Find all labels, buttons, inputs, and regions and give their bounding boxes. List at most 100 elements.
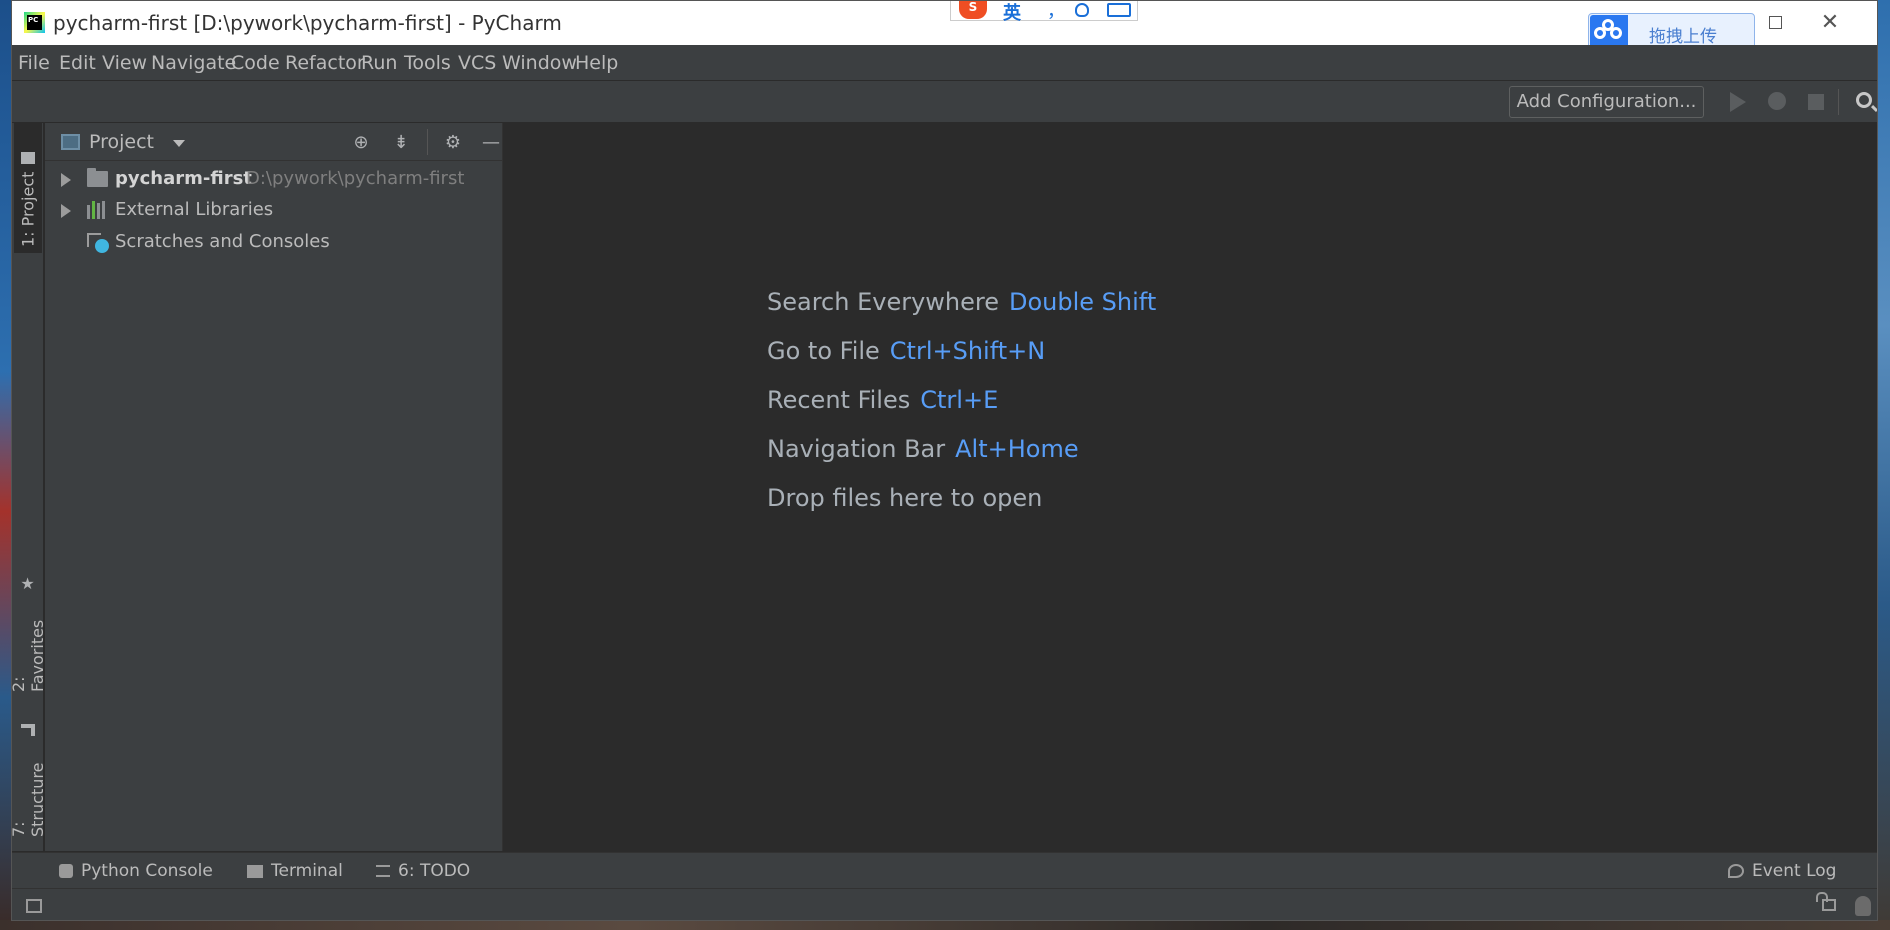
hint-go-to-file: Go to File Ctrl+Shift+N <box>767 337 1045 365</box>
tree-item-label: External Libraries <box>115 199 274 220</box>
todo-label: 6: TODO <box>398 861 471 881</box>
menu-code[interactable]: Code <box>231 52 280 74</box>
folder-icon <box>21 151 35 164</box>
left-tool-stripe: 1: Project 2: Favorites ★ 7: Structure <box>12 123 47 851</box>
pycharm-logo-icon: PC <box>24 12 45 33</box>
sogou-ime-icon[interactable]: S <box>959 1 987 19</box>
python-icon <box>59 864 73 878</box>
hint-action: Navigation Bar <box>767 435 946 463</box>
python-console-label: Python Console <box>81 861 213 881</box>
ime-language-toggle[interactable]: 英 <box>1003 1 1021 25</box>
unlock-icon[interactable] <box>1816 892 1836 911</box>
tab-event-log[interactable]: Event Log <box>1728 861 1836 881</box>
menu-refactor[interactable]: Refactor <box>285 52 365 74</box>
microphone-icon[interactable] <box>1075 3 1089 17</box>
menu-navigate[interactable]: Navigate <box>151 52 236 74</box>
ime-punctuation-toggle[interactable]: ， <box>1047 1 1065 23</box>
chevron-down-icon[interactable] <box>173 140 185 147</box>
menu-view[interactable]: View <box>102 52 147 74</box>
terminal-label: Terminal <box>271 861 343 881</box>
toggle-tool-windows-icon[interactable] <box>26 899 42 913</box>
event-log-icon <box>1728 864 1744 878</box>
menu-vcs[interactable]: VCS <box>458 52 496 74</box>
hint-action: Search Everywhere <box>767 288 999 316</box>
library-icon <box>87 201 109 219</box>
tree-item-scratches[interactable]: Scratches and Consoles <box>45 228 502 256</box>
collapse-all-icon[interactable]: ⇟ <box>391 133 411 153</box>
tab-project-label: 1: Project <box>18 171 38 247</box>
tab-project[interactable]: 1: Project <box>14 123 42 253</box>
tree-item-path: D:\pywork\pycharm-first <box>246 168 465 189</box>
folder-icon <box>87 168 108 187</box>
tab-python-console[interactable]: Python Console <box>59 861 213 881</box>
hint-shortcut: Ctrl+E <box>920 386 999 414</box>
close-button[interactable]: ✕ <box>1807 11 1853 35</box>
add-configuration-button[interactable]: Add Configuration... <box>1509 86 1704 118</box>
window-title: pycharm-first [D:\pywork\pycharm-first] … <box>53 11 562 35</box>
maximize-icon <box>1768 16 1782 29</box>
hint-recent-files: Recent Files Ctrl+E <box>767 386 998 414</box>
menu-bar: File Edit View Navigate Code Refactor Ru… <box>12 45 1877 81</box>
tab-favorites-label: 2: Favorites <box>11 619 47 692</box>
panel-header-divider <box>427 129 428 155</box>
drag-upload-label: 拖拽上传 <box>1649 27 1717 47</box>
gear-icon[interactable]: ⚙ <box>443 133 463 153</box>
expand-arrow-icon[interactable] <box>61 173 71 187</box>
tree-item-project-root[interactable]: pycharm-first D:\pywork\pycharm-first <box>45 165 502 193</box>
hint-action: Go to File <box>767 337 880 365</box>
menu-edit[interactable]: Edit <box>59 52 96 74</box>
search-everywhere-icon[interactable] <box>1856 92 1872 108</box>
pycharm-window: PC pycharm-first [D:\pywork\pycharm-firs… <box>11 0 1878 921</box>
expand-arrow-icon[interactable] <box>61 204 71 218</box>
project-view-icon <box>61 134 80 150</box>
list-icon <box>376 865 390 877</box>
tree-item-label: Scratches and Consoles <box>115 231 330 252</box>
ime-toolbar[interactable]: S 英 ， <box>950 1 1138 24</box>
hint-shortcut: Alt+Home <box>955 435 1079 463</box>
bottom-tool-stripe: Python Console Terminal 6: TODO Event Lo… <box>12 852 1877 888</box>
hint-action: Drop files here to open <box>767 484 1043 512</box>
tab-terminal[interactable]: Terminal <box>247 861 343 881</box>
toolbar-divider <box>1838 89 1839 115</box>
star-icon: ★ <box>18 574 38 593</box>
debug-icon[interactable] <box>1768 92 1786 110</box>
tab-todo[interactable]: 6: TODO <box>376 861 470 881</box>
editor-area[interactable]: Search Everywhere Double Shift Go to File… <box>504 123 1877 851</box>
terminal-icon <box>247 864 263 878</box>
run-icon[interactable] <box>1730 92 1746 112</box>
project-panel-header: Project ⊕ ⇟ ⚙ — <box>45 123 502 161</box>
menu-window[interactable]: Window <box>502 52 577 74</box>
hint-shortcut: Double Shift <box>1009 288 1157 316</box>
main-toolbar: Add Configuration... <box>12 81 1877 123</box>
status-bar <box>12 888 1877 920</box>
desktop-background-right <box>1877 0 1890 930</box>
tree-item-label: pycharm-first <box>115 168 252 189</box>
inspector-icon[interactable] <box>1855 896 1871 916</box>
menu-help[interactable]: Help <box>575 52 618 74</box>
project-panel-title[interactable]: Project <box>89 131 154 153</box>
title-bar[interactable]: PC pycharm-first [D:\pywork\pycharm-firs… <box>12 1 1877 51</box>
desktop-background-bottom <box>0 920 1890 930</box>
project-tool-window: Project ⊕ ⇟ ⚙ — pycharm-first D:\pywork\… <box>45 123 503 851</box>
scratches-icon <box>87 233 109 253</box>
event-log-label: Event Log <box>1752 861 1837 881</box>
keyboard-icon[interactable] <box>1107 3 1131 17</box>
hint-shortcut: Ctrl+Shift+N <box>889 337 1046 365</box>
menu-run[interactable]: Run <box>361 52 397 74</box>
tree-item-external-libraries[interactable]: External Libraries <box>45 196 502 224</box>
hint-drop-files: Drop files here to open <box>767 484 1042 512</box>
hint-action: Recent Files <box>767 386 911 414</box>
tab-structure-label: 7: Structure <box>11 762 47 837</box>
tab-favorites[interactable]: 2: Favorites ★ <box>12 568 47 698</box>
menu-file[interactable]: File <box>18 52 50 74</box>
tab-structure[interactable]: 7: Structure <box>12 718 47 843</box>
locate-icon[interactable]: ⊕ <box>351 133 371 153</box>
hide-panel-icon[interactable]: — <box>481 133 501 153</box>
stop-icon[interactable] <box>1808 94 1824 110</box>
structure-icon <box>21 724 35 736</box>
hint-navigation-bar: Navigation Bar Alt+Home <box>767 435 1079 463</box>
maximize-button[interactable] <box>1752 11 1798 35</box>
hint-search-everywhere: Search Everywhere Double Shift <box>767 288 1156 316</box>
baidu-cloud-icon <box>1590 15 1628 49</box>
menu-tools[interactable]: Tools <box>404 52 451 74</box>
